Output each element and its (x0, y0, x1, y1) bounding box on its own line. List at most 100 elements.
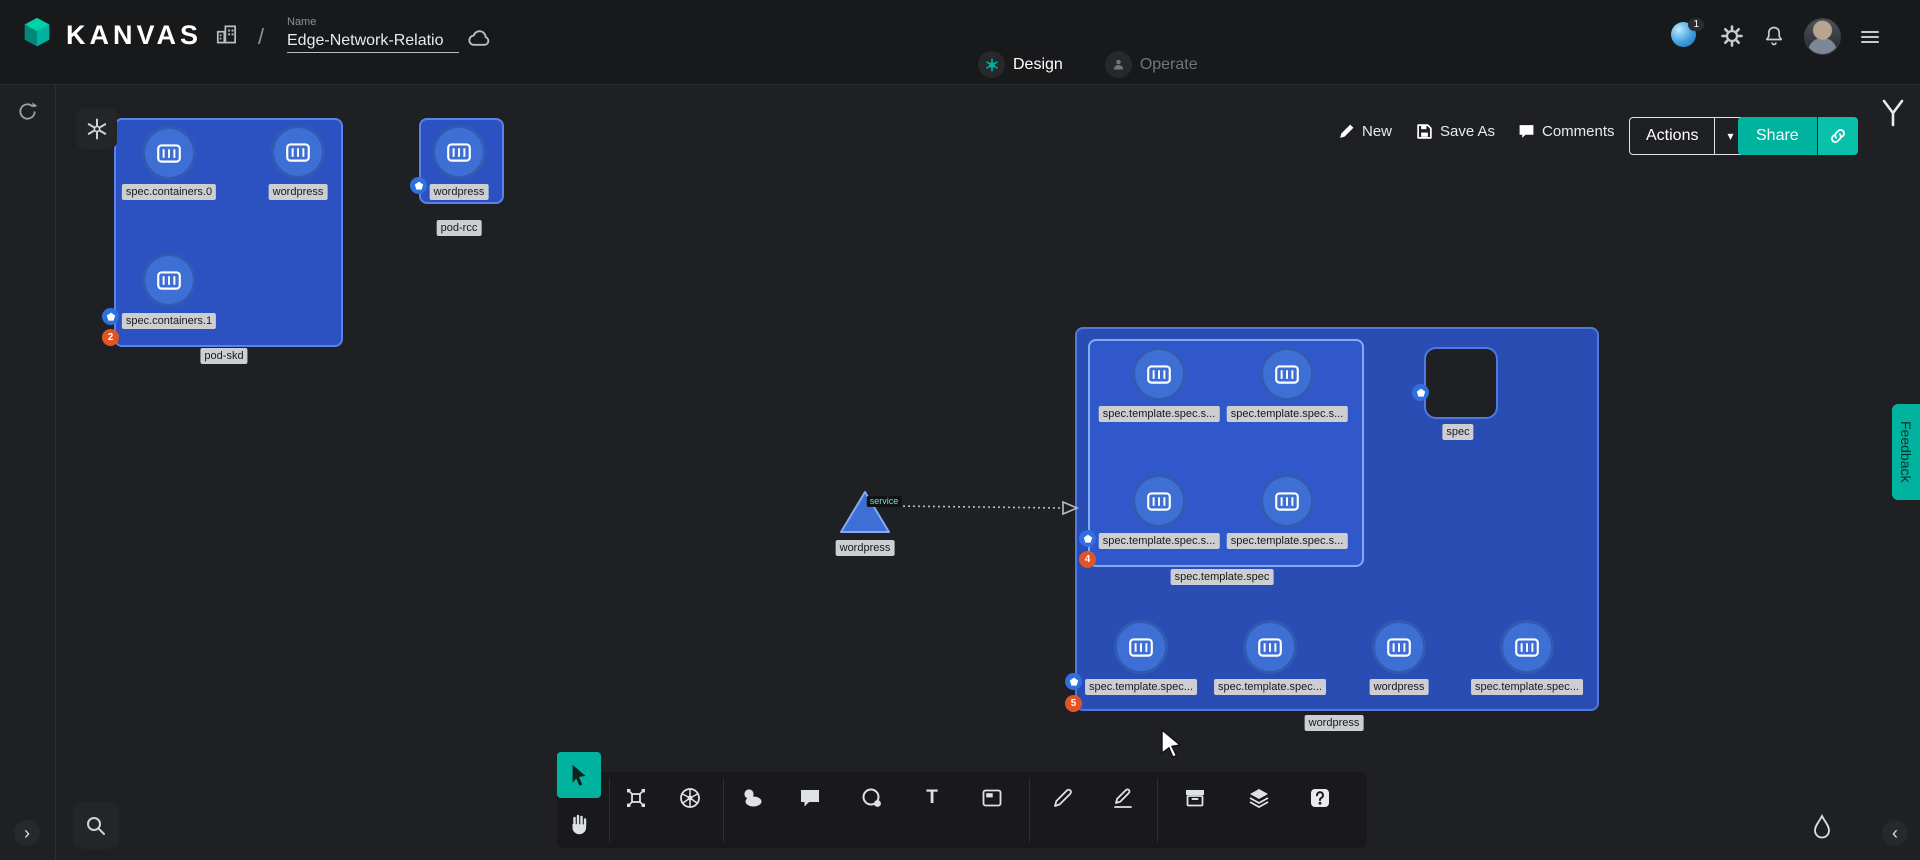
user-avatar[interactable] (1804, 18, 1841, 55)
container-icon (155, 139, 183, 167)
history-sync-button[interactable] (16, 100, 39, 126)
status-badge: 4 (1079, 551, 1096, 568)
edge-label: service (867, 496, 902, 507)
save-as-button[interactable]: Save As (1410, 122, 1501, 141)
copy-link-icon[interactable] (1818, 117, 1858, 155)
node-label: spec.template.spec.s... (1227, 533, 1348, 549)
pencil-tool-button[interactable] (1045, 780, 1081, 816)
tab-operate[interactable]: Operate (1099, 50, 1204, 79)
node-label: wordpress (430, 184, 489, 200)
node-template-bottom-2[interactable] (1243, 620, 1297, 674)
shapes-tool-button[interactable] (734, 780, 770, 816)
node-wordpress-2[interactable] (432, 125, 486, 179)
comment-icon (1518, 123, 1535, 140)
text-tool-button[interactable]: T (914, 780, 950, 816)
container-icon (1513, 633, 1541, 661)
collapse-right-panel-button[interactable]: ‹ (1882, 820, 1908, 846)
share-button-label: Share (1738, 117, 1817, 155)
components-tool-button[interactable] (618, 780, 654, 816)
y-logo-icon (1880, 98, 1906, 133)
comments-button-label: Comments (1542, 123, 1615, 140)
drop-icon (1810, 814, 1834, 842)
dock-divider (723, 778, 724, 842)
container-icon (284, 138, 312, 166)
design-name-label: Name (287, 16, 459, 28)
bell-icon (1762, 24, 1786, 48)
node-template-container-4[interactable] (1260, 474, 1314, 528)
kubernetes-tool-button[interactable] (672, 780, 708, 816)
comment-tool-button[interactable] (792, 780, 828, 816)
node-spec[interactable] (1424, 347, 1498, 419)
node-template-container-1[interactable] (1132, 347, 1186, 401)
building-icon (214, 22, 240, 48)
notifications-bell-button[interactable] (1762, 24, 1786, 51)
left-rail-divider (55, 84, 56, 860)
pan-tool-button[interactable] (559, 804, 599, 844)
hand-icon (567, 812, 591, 836)
pencil-icon (1051, 786, 1075, 810)
actions-button-label: Actions (1630, 127, 1714, 145)
new-button[interactable]: New (1332, 122, 1398, 141)
notification-count-badge: 1 (1688, 18, 1704, 31)
mode-tabs: Design Operate (972, 50, 1204, 79)
node-label: spec.template.spec.s... (1227, 406, 1348, 422)
org-building-button[interactable] (214, 22, 240, 51)
shapes-bird-icon (740, 786, 764, 810)
frame-tool-button[interactable] (974, 780, 1010, 816)
tab-operate-label: Operate (1140, 56, 1198, 74)
node-wordpress-3[interactable] (1372, 620, 1426, 674)
node-label: spec.template.spec.s... (1099, 406, 1220, 422)
avatar (1804, 18, 1841, 55)
actions-dropdown-button[interactable]: Actions ▾ (1629, 117, 1746, 155)
kubernetes-icon (410, 177, 427, 194)
operate-icon (1105, 51, 1132, 78)
settings-button[interactable] (1720, 24, 1744, 51)
comments-button[interactable]: Comments (1512, 122, 1621, 141)
select-tool-button[interactable] (557, 752, 601, 798)
container-icon (1145, 360, 1173, 388)
feedback-tab-label: Feedback (1898, 421, 1914, 482)
design-name-block: Name (287, 16, 459, 53)
notification-center-button[interactable]: 1 (1671, 22, 1696, 50)
expand-left-panel-button[interactable]: › (14, 820, 40, 846)
chevron-right-icon: › (24, 821, 30, 845)
kanvas-app: KANVAS / Name (0, 0, 1920, 860)
node-spec-containers-1[interactable] (142, 253, 196, 307)
container-icon (1385, 633, 1413, 661)
ink-drop-button[interactable] (1810, 814, 1834, 845)
shapes-library-button[interactable] (76, 108, 117, 149)
edge-pencil-tool-button[interactable] (1105, 780, 1141, 816)
node-template-container-3[interactable] (1132, 474, 1186, 528)
node-template-bottom-1[interactable] (1114, 620, 1168, 674)
node-label: spec (1442, 424, 1473, 440)
layers-tool-button[interactable] (1241, 780, 1277, 816)
node-template-container-2[interactable] (1260, 347, 1314, 401)
tab-design[interactable]: Design (972, 50, 1069, 79)
node-label: spec.template.spec... (1214, 679, 1326, 695)
container-icon (1273, 487, 1301, 515)
cloud-sync-button[interactable] (466, 28, 494, 53)
archive-drawer-icon (1183, 786, 1207, 810)
help-tool-button[interactable] (1302, 780, 1338, 816)
drawer-tool-button[interactable] (1177, 780, 1213, 816)
sync-icon (16, 100, 39, 123)
node-wordpress-1[interactable] (271, 125, 325, 179)
container-icon (155, 266, 183, 294)
group-label: wordpress (1305, 715, 1364, 731)
doodle-tool-button[interactable] (854, 780, 890, 816)
node-template-bottom-3[interactable] (1500, 620, 1554, 674)
main-menu-button[interactable] (1858, 25, 1882, 52)
node-label: wordpress (269, 184, 328, 200)
feedback-tab[interactable]: Feedback (1892, 404, 1920, 500)
design-name-input[interactable] (287, 30, 459, 53)
zoom-button[interactable] (73, 802, 119, 849)
group-label: pod-rcc (437, 220, 482, 236)
kubernetes-icon (1079, 530, 1096, 547)
layers-icon (1247, 786, 1271, 810)
share-button[interactable]: Share (1738, 117, 1858, 155)
node-spec-containers-0[interactable] (142, 126, 196, 180)
mouse-cursor (1161, 729, 1187, 759)
kubernetes-wheel-icon (678, 785, 702, 811)
new-button-label: New (1362, 123, 1392, 140)
app-logo[interactable]: KANVAS (18, 16, 202, 54)
